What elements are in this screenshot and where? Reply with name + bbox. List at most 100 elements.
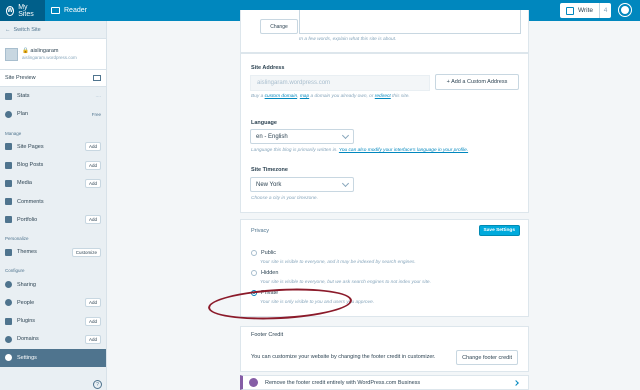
sidebar-item-label: People xyxy=(17,299,35,306)
site-address-label: Site Address xyxy=(251,65,285,71)
interface-language-link[interactable]: You can also modify your interface's lan… xyxy=(339,148,468,153)
timezone-value: New York xyxy=(256,181,282,188)
add-domain-button[interactable]: Add xyxy=(84,334,101,344)
sidebar-item-label: Sharing xyxy=(17,281,36,288)
custom-domain-link[interactable]: custom domain xyxy=(265,94,298,99)
privacy-title: Privacy xyxy=(251,228,270,234)
privacy-option-label: Hidden xyxy=(261,270,279,276)
site-timezone-label: Site Timezone xyxy=(251,167,288,173)
switch-site-label: Switch Site xyxy=(13,26,41,33)
sidebar-item-site-pages[interactable]: Site Pages Add xyxy=(0,138,106,156)
footer-credit-header: Footer Credit xyxy=(240,326,529,344)
pages-icon xyxy=(5,143,12,151)
language-help-text: Language this blog is primarily written … xyxy=(251,148,339,153)
my-sites-label: My Sites xyxy=(18,3,34,18)
add-page-button[interactable]: Add xyxy=(84,142,101,152)
reader-button[interactable]: Reader xyxy=(45,0,93,21)
write-label: Write xyxy=(578,7,594,14)
current-site[interactable]: 🔒 aislingaram aislingaram.wordpress.com xyxy=(0,38,106,70)
reader-label: Reader xyxy=(64,7,87,14)
posts-icon xyxy=(5,161,12,169)
site-name-label: aislingaram xyxy=(30,48,59,54)
sidebar-item-label: Stats xyxy=(17,93,30,100)
change-footer-credit-button[interactable]: Change footer credit xyxy=(456,350,518,365)
add-people-button[interactable]: Add xyxy=(84,298,101,308)
sidebar-item-label: Site Pages xyxy=(17,143,44,150)
radio-button[interactable] xyxy=(251,270,257,276)
language-help: Language this blog is primarily written … xyxy=(251,148,468,153)
sidebar-item-media[interactable]: Media Add xyxy=(0,174,106,192)
sidebar-item-label: Portfolio xyxy=(17,216,38,223)
sidebar-item-label: Plugins xyxy=(17,318,36,325)
privacy-card-header: Privacy Save Settings xyxy=(240,219,529,242)
pencil-icon xyxy=(566,6,574,15)
star-icon xyxy=(249,378,258,387)
sidebar-item-domains[interactable]: Domains Add xyxy=(0,330,106,348)
sidebar-item-plugins[interactable]: Plugins Add xyxy=(0,312,106,330)
sidebar-item-themes[interactable]: Themes Customize xyxy=(0,243,106,261)
language-label: Language xyxy=(251,120,277,126)
drafts-count[interactable]: 4 xyxy=(599,3,611,18)
add-portfolio-button[interactable]: Add xyxy=(84,215,101,225)
switch-site-link[interactable]: ← Switch Site xyxy=(0,21,106,38)
privacy-option-label: Public xyxy=(261,250,276,256)
chevron-right-icon xyxy=(513,380,519,386)
site-icon xyxy=(5,47,18,61)
address-help-text: Buy a xyxy=(251,94,265,99)
lock-icon: 🔒 xyxy=(22,48,29,54)
write-button[interactable]: Write 4 xyxy=(560,3,611,18)
add-custom-address-button[interactable]: + Add a Custom Address xyxy=(435,74,519,90)
manage-heading: Manage xyxy=(5,130,22,136)
arrow-left-icon: ← xyxy=(5,26,11,33)
sidebar-item-settings[interactable]: Settings xyxy=(0,348,106,367)
add-media-button[interactable]: Add xyxy=(84,178,101,188)
configure-heading: Configure xyxy=(5,268,25,274)
footer-credit-title: Footer Credit xyxy=(251,332,284,338)
change-icon-button[interactable]: Change xyxy=(260,19,298,34)
stats-icon xyxy=(5,92,12,100)
annotation-ellipse xyxy=(207,285,353,323)
tagline-input[interactable] xyxy=(299,10,521,34)
language-value: en - English xyxy=(256,133,288,140)
privacy-option-desc: Your site is visible to everyone, but we… xyxy=(260,280,431,285)
plan-badge: Free xyxy=(91,111,101,117)
site-address-input[interactable]: aislingaram.wordpress.com xyxy=(250,75,430,91)
radio-button[interactable] xyxy=(251,250,257,256)
my-sites-button[interactable]: W My Sites xyxy=(0,0,45,21)
site-profile-card: Change In a few words, explain what this… xyxy=(240,10,529,53)
sidebar-item-comments[interactable]: Comments xyxy=(0,192,106,210)
sidebar-item-blog-posts[interactable]: Blog Posts Add xyxy=(0,156,106,174)
add-plugin-button[interactable]: Add xyxy=(84,316,101,326)
help-icon[interactable]: ? xyxy=(93,380,102,389)
save-settings-button[interactable]: Save Settings xyxy=(478,225,520,236)
sidebar-item-portfolio[interactable]: Portfolio Add xyxy=(0,211,106,229)
address-help-text: this site. xyxy=(390,94,410,99)
timezone-select[interactable]: New York xyxy=(250,177,354,192)
share-icon xyxy=(5,281,12,289)
sidebar-item-sharing[interactable]: Sharing xyxy=(0,275,106,293)
plan-icon xyxy=(5,110,12,118)
sidebar-item-people[interactable]: People Add xyxy=(0,294,106,312)
redirect-link[interactable]: redirect xyxy=(375,94,391,99)
site-preview-item[interactable]: Site Preview xyxy=(0,70,106,87)
add-post-button[interactable]: Add xyxy=(84,160,101,170)
folder-icon xyxy=(5,216,12,224)
map-domain-link[interactable]: map xyxy=(300,94,309,99)
sidebar-item-label: Comments xyxy=(17,198,44,205)
address-help-text: a domain you already own, or xyxy=(309,94,375,99)
sidebar-item-stats[interactable]: Stats .... xyxy=(0,87,106,105)
personalize-heading: Personalize xyxy=(5,236,29,242)
privacy-option-public[interactable]: Public xyxy=(251,250,276,256)
globe-icon xyxy=(5,335,12,343)
customize-button[interactable]: Customize xyxy=(71,247,101,257)
sidebar-item-label: Media xyxy=(17,180,32,187)
business-upsell-nudge[interactable]: Remove the footer credit entirely with W… xyxy=(240,375,529,390)
sidebar-item-plan[interactable]: Plan Free xyxy=(0,105,106,123)
profile-avatar[interactable] xyxy=(619,4,631,16)
sidebar-item-label: Domains xyxy=(17,336,39,343)
plugin-icon xyxy=(5,317,12,325)
sidebar-item-label: Themes xyxy=(17,249,37,256)
chevron-down-icon xyxy=(341,179,350,188)
language-select[interactable]: en - English xyxy=(250,129,354,144)
privacy-option-hidden[interactable]: Hidden xyxy=(251,270,278,276)
